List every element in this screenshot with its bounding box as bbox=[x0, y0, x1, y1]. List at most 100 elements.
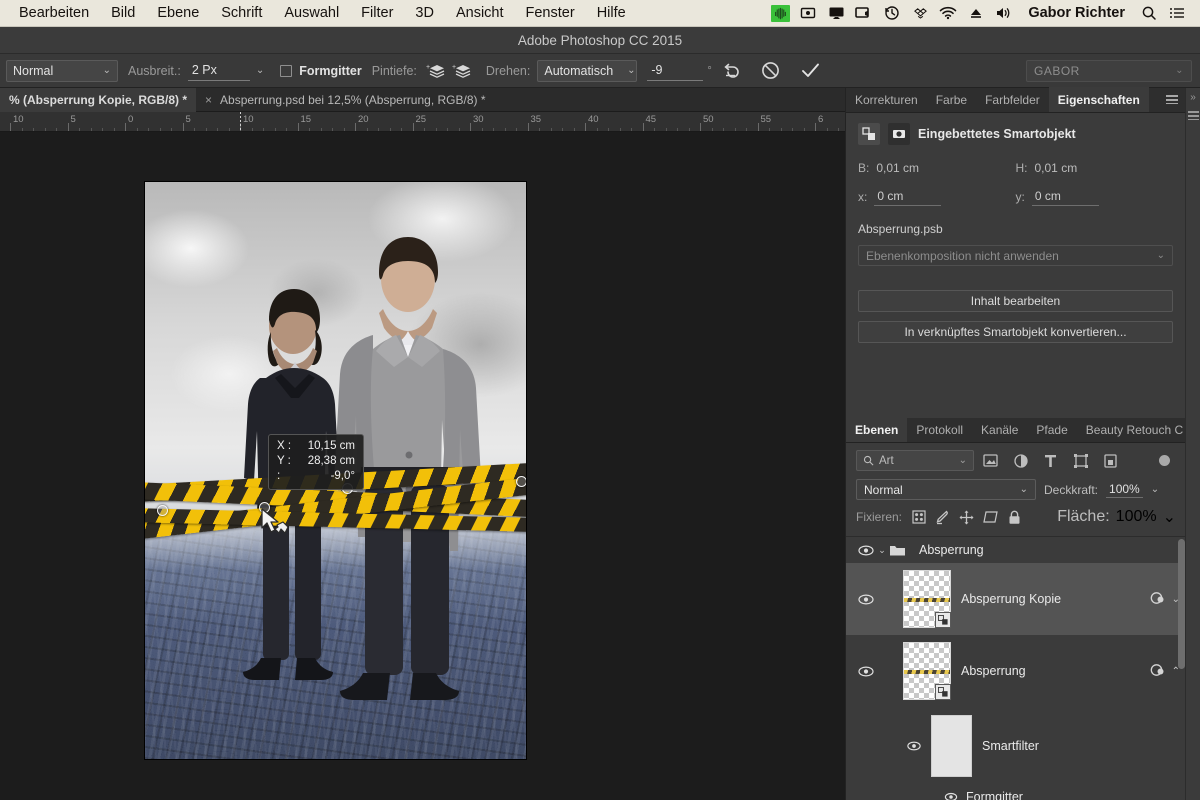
menu-auswahl[interactable]: Auswahl bbox=[273, 0, 350, 27]
smart-filter-icon[interactable] bbox=[1150, 663, 1167, 680]
time-machine-icon[interactable] bbox=[879, 0, 905, 27]
y-field[interactable]: y: 0 cm bbox=[1016, 188, 1174, 206]
puppet-pin-4[interactable] bbox=[516, 476, 526, 487]
smart-object-filter-icon[interactable] bbox=[1097, 450, 1124, 471]
smart-filter-icon[interactable] bbox=[1150, 591, 1167, 608]
tab-ebenen[interactable]: Ebenen bbox=[846, 417, 908, 442]
lock-all-icon[interactable] bbox=[1007, 510, 1022, 525]
panel-menu-icon[interactable] bbox=[1166, 87, 1185, 112]
visibility-eye-icon[interactable] bbox=[856, 665, 875, 677]
pin-depth-back-icon[interactable]: + bbox=[424, 58, 450, 84]
opacity-value[interactable]: 100% bbox=[1106, 482, 1143, 498]
layer-name[interactable]: Absperrung bbox=[919, 543, 984, 557]
close-icon[interactable]: × bbox=[205, 93, 212, 107]
x-value[interactable]: 0 cm bbox=[874, 188, 942, 206]
menu-filter[interactable]: Filter bbox=[350, 0, 404, 27]
chevron-double-right-icon[interactable]: » bbox=[1190, 92, 1196, 103]
mesh-checkbox-group[interactable]: Formgitter bbox=[280, 64, 362, 78]
notification-center-icon[interactable] bbox=[1164, 0, 1190, 27]
tab-eigenschaften[interactable]: Eigenschaften bbox=[1048, 87, 1149, 112]
pixel-filter-icon[interactable] bbox=[977, 450, 1004, 471]
menu-ebene[interactable]: Ebene bbox=[146, 0, 210, 27]
table-row[interactable]: Smartfilter bbox=[846, 707, 1186, 785]
edit-contents-button[interactable]: Inhalt bearbeiten bbox=[858, 290, 1173, 312]
chevron-down-icon[interactable]: ⌄ bbox=[1163, 507, 1176, 527]
workspace-select[interactable]: GABOR ⌄ bbox=[1026, 59, 1192, 82]
puppet-pin-2[interactable] bbox=[259, 502, 270, 513]
tab-pfade[interactable]: Pfade bbox=[1027, 417, 1076, 442]
menu-bearbeiten[interactable]: Bearbeiten bbox=[8, 0, 100, 27]
airplay-audio-icon[interactable] bbox=[795, 0, 821, 27]
expand-field[interactable]: 2 Px ⌄ bbox=[187, 61, 264, 81]
layer-blend-mode-select[interactable]: Normal ⌄ bbox=[856, 479, 1036, 500]
menu-hilfe[interactable]: Hilfe bbox=[586, 0, 637, 27]
type-filter-icon[interactable] bbox=[1037, 450, 1064, 471]
tab-beauty-retouch[interactable]: Beauty Retouch C bbox=[1077, 417, 1192, 442]
adjustment-filter-icon[interactable] bbox=[1007, 450, 1034, 471]
layer-name[interactable]: Smartfilter bbox=[982, 739, 1039, 753]
mesh-checkbox[interactable] bbox=[280, 64, 293, 77]
menu-schrift[interactable]: Schrift bbox=[210, 0, 273, 27]
rotate-mode-select[interactable]: Automatisch ⌄ bbox=[537, 59, 638, 82]
filter-kind-select[interactable]: Art ⌄ bbox=[856, 450, 974, 471]
artboard[interactable]: X : 10,15 cm Y : 28,38 cm : -9,0° bbox=[145, 182, 526, 759]
chevron-down-icon[interactable]: ⌄ bbox=[256, 65, 264, 76]
lock-image-icon[interactable] bbox=[935, 510, 950, 525]
document-tab-active[interactable]: % (Absperrung Kopie, RGB/8) * bbox=[0, 87, 197, 112]
chevron-down-icon[interactable]: ⌄ bbox=[1151, 484, 1159, 495]
dropbox-icon[interactable] bbox=[907, 0, 933, 27]
table-row[interactable]: ⌄ Absperrung bbox=[846, 537, 1186, 563]
panel-menu-icon[interactable] bbox=[1187, 111, 1199, 120]
mask-icon[interactable] bbox=[888, 123, 910, 145]
table-row[interactable]: Formgitter bbox=[846, 785, 1186, 800]
volume-icon[interactable] bbox=[991, 0, 1017, 27]
layer-name[interactable]: Formgitter bbox=[966, 790, 1023, 800]
display-icon[interactable] bbox=[851, 0, 877, 27]
visibility-eye-icon[interactable] bbox=[941, 792, 960, 800]
shape-filter-icon[interactable] bbox=[1067, 450, 1094, 471]
rotate-angle-input[interactable]: -9 bbox=[647, 61, 704, 81]
tab-farbe[interactable]: Farbe bbox=[927, 87, 976, 112]
layer-thumbnail[interactable] bbox=[903, 642, 951, 700]
visibility-eye-icon[interactable] bbox=[856, 544, 875, 556]
document-tab-secondary[interactable]: × Absperrung.psd bei 12,5% (Absperrung, … bbox=[196, 88, 495, 112]
tab-protokoll[interactable]: Protokoll bbox=[907, 417, 972, 442]
layer-name[interactable]: Absperrung Kopie bbox=[961, 592, 1061, 606]
eject-icon[interactable] bbox=[963, 0, 989, 27]
reset-icon[interactable] bbox=[720, 58, 746, 84]
menu-fenster[interactable]: Fenster bbox=[515, 0, 586, 27]
pin-depth-forward-icon[interactable]: + bbox=[450, 58, 476, 84]
smart-filter-mask-thumbnail[interactable] bbox=[931, 715, 972, 777]
layer-list-scrollbar[interactable] bbox=[1178, 539, 1185, 669]
layer-list[interactable]: ⌄ Absperrung Absperrung Kopie ⌄ Absperru… bbox=[846, 536, 1186, 800]
menu-bild[interactable]: Bild bbox=[100, 0, 146, 27]
layer-comp-select[interactable]: Ebenenkomposition nicht anwenden ⌄ bbox=[858, 245, 1173, 266]
expand-value[interactable]: 2 Px bbox=[187, 61, 250, 81]
commit-check-icon[interactable] bbox=[798, 58, 824, 84]
y-value[interactable]: 0 cm bbox=[1031, 188, 1099, 206]
lock-transparency-icon[interactable] bbox=[911, 510, 926, 525]
tab-kanaele[interactable]: Kanäle bbox=[972, 417, 1027, 442]
x-field[interactable]: x: 0 cm bbox=[858, 188, 1016, 206]
fill-value[interactable]: 100% bbox=[1116, 508, 1157, 526]
horizontal-ruler[interactable]: 10 5 0 5 10 15 20 25 30 35 40 45 50 55 6 bbox=[0, 112, 845, 132]
puppet-pin-1[interactable] bbox=[157, 505, 168, 516]
menu-ansicht[interactable]: Ansicht bbox=[445, 0, 515, 27]
visibility-eye-icon[interactable] bbox=[856, 593, 875, 605]
tab-korrekturen[interactable]: Korrekturen bbox=[846, 87, 927, 112]
blend-mode-select[interactable]: Normal ⌄ bbox=[6, 59, 118, 82]
screen-share-icon[interactable] bbox=[823, 0, 849, 27]
table-row[interactable]: Absperrung ⌃ bbox=[846, 635, 1186, 707]
lock-artboard-icon[interactable] bbox=[983, 510, 998, 525]
cancel-icon[interactable] bbox=[758, 58, 784, 84]
layer-name[interactable]: Absperrung bbox=[961, 664, 1026, 678]
convert-linked-button[interactable]: In verknüpftes Smartobjekt konvertieren.… bbox=[858, 321, 1173, 343]
canvas-area[interactable]: X : 10,15 cm Y : 28,38 cm : -9,0° bbox=[0, 132, 845, 800]
chevron-down-icon[interactable]: ⌄ bbox=[875, 545, 889, 556]
table-row[interactable]: Absperrung Kopie ⌄ bbox=[846, 563, 1186, 635]
wifi-icon[interactable] bbox=[935, 0, 961, 27]
layer-thumbnail[interactable] bbox=[903, 570, 951, 628]
tab-farbfelder[interactable]: Farbfelder bbox=[976, 87, 1049, 112]
mac-user-name[interactable]: Gabor Richter bbox=[1019, 5, 1134, 21]
search-icon[interactable] bbox=[1136, 0, 1162, 27]
